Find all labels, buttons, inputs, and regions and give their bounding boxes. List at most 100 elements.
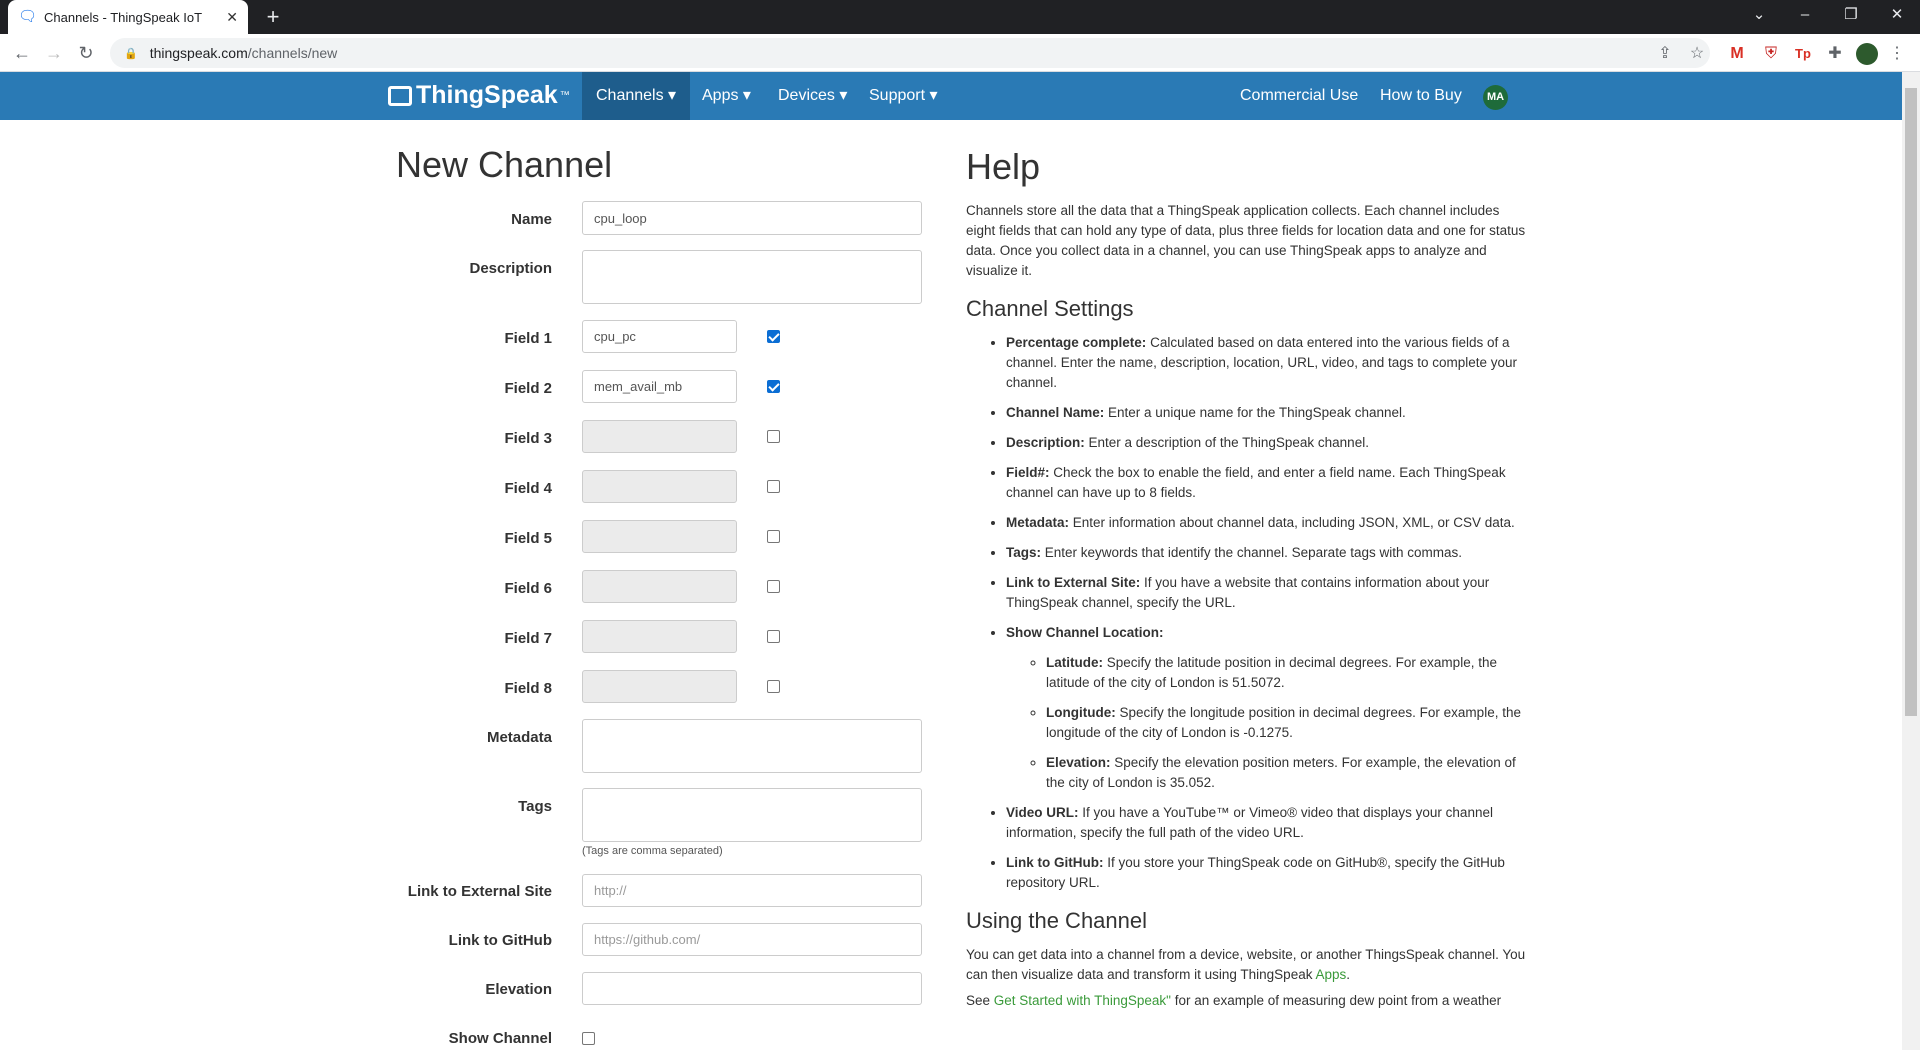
field-8-input[interactable]	[582, 670, 737, 703]
description-label: Description	[469, 260, 552, 277]
gmail-extension-icon[interactable]: M	[1726, 43, 1748, 65]
field-6-label: Field 6	[504, 580, 552, 597]
show-channel-checkbox[interactable]	[582, 1032, 595, 1045]
page-title: New Channel	[396, 144, 613, 185]
help-term: Percentage complete:	[1006, 335, 1147, 350]
chat-bubble-icon	[388, 85, 412, 106]
help-list-item: Longitude: Specify the longitude positio…	[1046, 703, 1526, 743]
field-2-input[interactable]: mem_avail_mb	[582, 370, 737, 403]
user-avatar[interactable]: MA	[1483, 85, 1508, 110]
field-3-checkbox[interactable]	[767, 430, 780, 443]
thingspeak-logo[interactable]: ThingSpeak ™	[388, 81, 570, 110]
description-textarea[interactable]	[582, 250, 922, 304]
site-navbar: ThingSpeak ™ Channels ▾ Apps ▾ Devices ▾ …	[0, 72, 1902, 120]
get-started-link[interactable]: Get Started with ThingSpeak"	[994, 993, 1171, 1008]
see-text: See Get Started with ThingSpeak" for an …	[966, 991, 1526, 1011]
extensions-puzzle-icon[interactable]: ✚	[1824, 43, 1846, 65]
back-icon[interactable]: ←	[8, 40, 36, 68]
help-term: Latitude:	[1046, 655, 1103, 670]
field-1-input[interactable]: cpu_pc	[582, 320, 737, 353]
name-input[interactable]: cpu_loop	[582, 201, 922, 235]
help-term: Elevation:	[1046, 755, 1111, 770]
help-settings-list: Percentage complete: Calculated based on…	[1006, 333, 1526, 893]
link-external-label: Link to External Site	[407, 883, 552, 900]
profile-avatar-icon[interactable]	[1856, 43, 1878, 65]
minimize-button[interactable]: –	[1782, 0, 1828, 34]
restore-button[interactable]: ❐	[1828, 0, 1874, 34]
field-8-checkbox[interactable]	[767, 680, 780, 693]
metadata-textarea[interactable]	[582, 719, 922, 773]
bookmark-star-icon[interactable]: ☆	[1686, 43, 1708, 65]
page-scrollbar-thumb[interactable]	[1905, 88, 1917, 716]
field-5-input[interactable]	[582, 520, 737, 553]
help-list-item: Percentage complete: Calculated based on…	[1006, 333, 1526, 393]
link-external-input[interactable]: http://	[582, 874, 922, 907]
tab-search-icon[interactable]: ⌄	[1736, 0, 1782, 34]
field-6-input[interactable]	[582, 570, 737, 603]
help-list-item: Field#: Check the box to enable the fiel…	[1006, 463, 1526, 503]
help-term: Tags:	[1006, 545, 1042, 560]
help-title: Help	[966, 146, 1041, 187]
field-4-label: Field 4	[504, 480, 552, 497]
field-4-input[interactable]	[582, 470, 737, 503]
field-1-checkbox[interactable]	[767, 330, 780, 343]
reload-icon[interactable]: ↻	[72, 40, 100, 68]
help-term: Metadata:	[1006, 515, 1070, 530]
using-channel-text: You can get data into a channel from a d…	[966, 945, 1526, 985]
browser-menu-icon[interactable]: ⋮	[1886, 43, 1908, 65]
help-term: Link to External Site:	[1006, 575, 1141, 590]
logo-tm: ™	[559, 90, 570, 101]
close-tab-icon[interactable]: ✕	[226, 9, 238, 26]
lock-icon: 🔒	[124, 47, 138, 60]
nav-support[interactable]: Support ▾	[855, 72, 952, 120]
field-2-label: Field 2	[504, 380, 552, 397]
help-list-item: Metadata: Enter information about channe…	[1006, 513, 1526, 533]
field-4-checkbox[interactable]	[767, 480, 780, 493]
help-panel: Help Channels store all the data that a …	[966, 145, 1526, 1017]
tp-extension-icon[interactable]: Tp	[1792, 43, 1814, 65]
metadata-label: Metadata	[486, 729, 552, 746]
shield-extension-icon[interactable]: ⛨	[1760, 43, 1782, 65]
link-github-input[interactable]: https://github.com/	[582, 923, 922, 956]
field-7-input[interactable]	[582, 620, 737, 653]
field-7-checkbox[interactable]	[767, 630, 780, 643]
link-github-label: Link to GitHub	[448, 932, 552, 949]
field-7-label: Field 7	[504, 630, 552, 647]
using-text: You can get data into a channel from a d…	[966, 947, 1526, 982]
help-term: Channel Name:	[1006, 405, 1105, 420]
new-tab-button[interactable]: +	[260, 4, 286, 30]
nav-apps[interactable]: Apps ▾	[688, 72, 765, 120]
help-desc: Specify the elevation position meters. F…	[1046, 755, 1516, 790]
help-list-item: Link to External Site: If you have a web…	[1006, 573, 1526, 613]
browser-tab[interactable]: 🗨 Channels - ThingSpeak IoT ✕	[8, 0, 248, 34]
help-desc: Specify the latitude position in decimal…	[1046, 655, 1497, 690]
elevation-input[interactable]	[582, 972, 922, 1005]
nav-how-to-buy[interactable]: How to Buy	[1366, 72, 1476, 120]
help-list-item: Link to GitHub: If you store your ThingS…	[1006, 853, 1526, 893]
help-list-item: Video URL: If you have a YouTube™ or Vim…	[1006, 803, 1526, 843]
apps-link[interactable]: Apps	[1315, 967, 1346, 982]
url-path: /channels/new	[247, 45, 338, 61]
tags-textarea[interactable]	[582, 788, 922, 842]
see-prefix: See	[966, 993, 994, 1008]
channel-settings-title: Channel Settings	[966, 296, 1134, 321]
name-label: Name	[511, 211, 552, 228]
nav-devices[interactable]: Devices ▾	[764, 72, 861, 120]
field-8-label: Field 8	[504, 680, 552, 697]
help-term: Description:	[1006, 435, 1085, 450]
field-5-checkbox[interactable]	[767, 530, 780, 543]
nav-commercial-use[interactable]: Commercial Use	[1226, 72, 1372, 120]
help-list-item: Tags: Enter keywords that identify the c…	[1006, 543, 1526, 563]
close-window-button[interactable]: ✕	[1874, 0, 1920, 34]
nav-channels[interactable]: Channels ▾	[582, 72, 691, 120]
forward-icon[interactable]: →	[40, 40, 68, 68]
help-term: Video URL:	[1006, 805, 1079, 820]
browser-toolbar: ← → ↻ 🔒 thingspeak.com/channels/new ⇪ ☆ …	[0, 34, 1920, 72]
thingspeak-favicon-icon: 🗨	[18, 8, 38, 25]
tags-hint: (Tags are comma separated)	[582, 845, 723, 857]
share-icon[interactable]: ⇪	[1654, 43, 1676, 65]
address-bar[interactable]: 🔒 thingspeak.com/channels/new	[110, 38, 1710, 68]
field-2-checkbox[interactable]	[767, 380, 780, 393]
field-6-checkbox[interactable]	[767, 580, 780, 593]
field-3-input[interactable]	[582, 420, 737, 453]
